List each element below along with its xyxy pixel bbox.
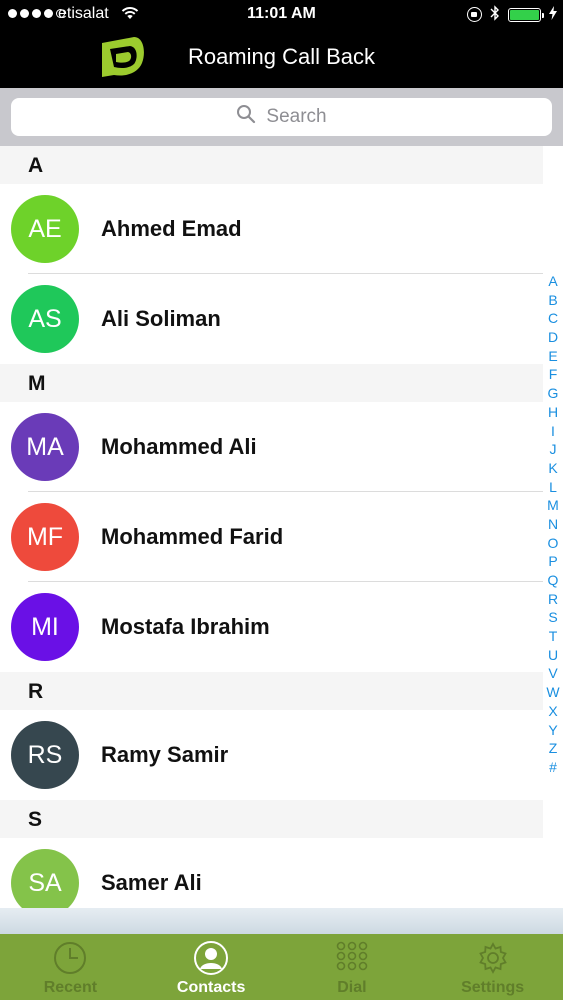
avatar: MI: [11, 593, 79, 661]
index-letter-j[interactable]: J: [543, 440, 563, 459]
index-letter-d[interactable]: D: [543, 328, 563, 347]
page-title: Roaming Call Back: [187, 44, 376, 69]
alphabet-index[interactable]: A B C D E F G H I J K L M N O P Q R S T …: [543, 272, 563, 777]
section-header-r: R: [0, 672, 543, 710]
contacts-icon: [193, 940, 229, 976]
avatar: MF: [11, 503, 79, 571]
index-letter-o[interactable]: O: [543, 534, 563, 553]
section-header-s: S: [0, 800, 543, 838]
contact-name: Mohammed Ali: [101, 434, 257, 459]
contact-name: Ramy Samir: [101, 742, 229, 767]
avatar: SA: [11, 849, 79, 917]
index-letter-m[interactable]: M: [543, 496, 563, 515]
index-letter-a[interactable]: A: [543, 272, 563, 291]
tab-dial[interactable]: Dial: [282, 934, 423, 1000]
contact-name: Ahmed Emad: [101, 216, 242, 241]
avatar: AE: [11, 195, 79, 263]
tab-recent[interactable]: Recent: [0, 934, 141, 1000]
index-letter-b[interactable]: B: [543, 291, 563, 310]
contact-row[interactable]: MA Mohammed Ali: [0, 402, 543, 492]
gear-icon: [475, 940, 511, 976]
avatar: AS: [11, 285, 79, 353]
contact-name: Mohammed Farid: [101, 524, 284, 549]
battery-icon: [508, 7, 544, 22]
index-letter-g[interactable]: G: [543, 384, 563, 403]
index-letter-q[interactable]: Q: [543, 571, 563, 590]
index-letter-l[interactable]: L: [543, 478, 563, 497]
index-letter-i[interactable]: I: [543, 422, 563, 441]
search-placeholder: Search: [266, 106, 327, 127]
index-letter-r[interactable]: R: [543, 590, 563, 609]
index-letter-p[interactable]: P: [543, 552, 563, 571]
avatar: RS: [11, 721, 79, 789]
search-input[interactable]: Search: [11, 98, 552, 136]
index-letter-c[interactable]: C: [543, 309, 563, 328]
index-letter-n[interactable]: N: [543, 515, 563, 534]
index-letter-u[interactable]: U: [543, 646, 563, 665]
contact-row[interactable]: MI Mostafa Ibrahim: [0, 582, 543, 672]
index-letter-z[interactable]: Z: [543, 739, 563, 758]
search-bar: Search: [0, 88, 563, 146]
avatar: MA: [11, 413, 79, 481]
tab-bar: Recent Contacts Dial Settings: [0, 934, 563, 1000]
contact-name: Mostafa Ibrahim: [101, 614, 270, 639]
tab-settings[interactable]: Settings: [422, 934, 563, 1000]
app-header: etisalat 11:01 AM Roaming Call Back: [0, 0, 563, 88]
section-header-a: A: [0, 146, 543, 184]
contact-row[interactable]: AS Ali Soliman: [0, 274, 543, 364]
bluetooth-icon: [490, 5, 500, 24]
index-letter-w[interactable]: W: [543, 683, 563, 702]
index-letter-v[interactable]: V: [543, 664, 563, 683]
tab-label: Settings: [461, 979, 525, 996]
clock-icon: [52, 940, 88, 976]
contact-row[interactable]: MF Mohammed Farid: [0, 492, 543, 582]
dialpad-icon: [334, 940, 370, 976]
tab-contacts[interactable]: Contacts: [141, 934, 282, 1000]
tab-label: Contacts: [176, 979, 246, 996]
index-letter-y[interactable]: Y: [543, 721, 563, 740]
contacts-list: A AE Ahmed Emad AS Ali Soliman M MA Moha…: [0, 146, 543, 928]
list-bottom-fade: [0, 908, 563, 934]
index-letter-e[interactable]: E: [543, 347, 563, 366]
index-letter-k[interactable]: K: [543, 459, 563, 478]
contact-name: Ali Soliman: [101, 306, 221, 331]
charging-icon: [549, 6, 557, 23]
contact-row[interactable]: RS Ramy Samir: [0, 710, 543, 800]
index-letter-h[interactable]: H: [543, 403, 563, 422]
index-letter-hash[interactable]: #: [543, 758, 563, 777]
tab-label: Recent: [43, 979, 98, 996]
rotation-lock-icon: [467, 7, 482, 22]
section-header-m: M: [0, 364, 543, 402]
contact-row[interactable]: AE Ahmed Emad: [0, 184, 543, 274]
index-letter-s[interactable]: S: [543, 608, 563, 627]
tab-label: Dial: [337, 979, 367, 996]
index-letter-f[interactable]: F: [543, 365, 563, 384]
status-bar: etisalat 11:01 AM: [0, 0, 563, 30]
index-letter-t[interactable]: T: [543, 627, 563, 646]
index-letter-x[interactable]: X: [543, 702, 563, 721]
search-icon: [236, 104, 256, 130]
